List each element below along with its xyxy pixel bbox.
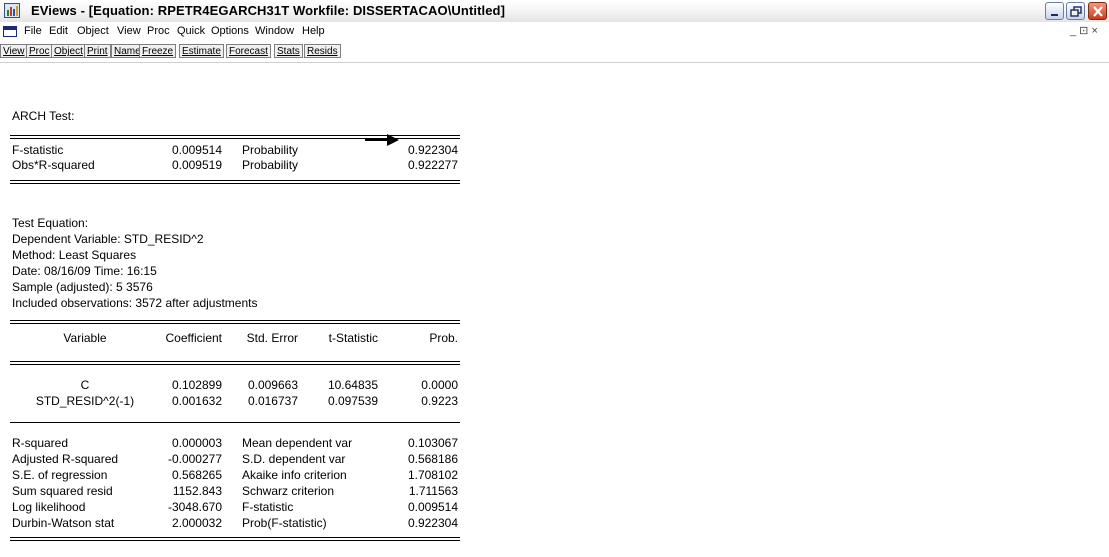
menu-view[interactable]: View xyxy=(117,25,141,37)
stat-value: 0.000003 xyxy=(171,436,222,450)
stat-label-right: S.D. dependent var xyxy=(242,452,346,466)
stat-value-right: 1.711563 xyxy=(408,484,458,498)
col-header-variable: Variable xyxy=(63,331,107,345)
close-icon xyxy=(1093,6,1103,17)
close-button[interactable] xyxy=(1088,2,1107,20)
eviews-app-icon[interactable] xyxy=(4,3,20,18)
menu-file[interactable]: File xyxy=(24,25,42,37)
double-rule xyxy=(10,180,460,184)
estimate-button[interactable]: Estimate xyxy=(179,44,224,58)
coef-prob: 0.9223 xyxy=(421,394,458,408)
menu-proc[interactable]: Proc xyxy=(147,25,170,37)
stat-label: Durbin-Watson stat xyxy=(12,516,115,530)
arch-row-value: 0.009514 xyxy=(171,143,222,157)
stat-value-right: 0.103067 xyxy=(407,436,458,450)
arch-row-value: 0.009519 xyxy=(171,158,222,172)
col-header-prob: Prob. xyxy=(429,331,458,345)
stat-label-right: Mean dependent var xyxy=(242,436,353,450)
coef-std-error: 0.009663 xyxy=(247,378,298,392)
coef-std-error: 0.016737 xyxy=(247,394,298,408)
col-header-coefficient: Coefficient xyxy=(165,331,222,345)
arch-row-label: F-statistic xyxy=(12,143,64,157)
stat-value: -0.000277 xyxy=(167,452,222,466)
arch-test-heading: ARCH Test: xyxy=(12,109,75,123)
title-bar: EViews - [Equation: RPETR4EGARCH31T Work… xyxy=(0,0,1109,23)
stat-label: Sum squared resid xyxy=(12,484,113,498)
coef-variable: C xyxy=(80,378,90,392)
arch-row-prob: 0.922304 xyxy=(407,143,458,157)
stat-value-right: 0.009514 xyxy=(407,500,458,514)
single-rule xyxy=(10,422,460,423)
coef-prob: 0.0000 xyxy=(421,378,458,392)
menu-object[interactable]: Object xyxy=(77,25,109,37)
col-header-std-error: Std. Error xyxy=(246,331,298,345)
freeze-button[interactable]: Freeze xyxy=(139,44,177,58)
resids-button[interactable]: Resids xyxy=(304,44,341,58)
coef-t-statistic: 10.64835 xyxy=(327,378,378,392)
view-button[interactable]: View xyxy=(0,44,28,58)
double-rule xyxy=(10,361,460,365)
menu-edit[interactable]: Edit xyxy=(49,25,68,37)
test-equation-title: Test Equation: xyxy=(12,216,89,230)
col-header-t-statistic: t-Statistic xyxy=(328,331,378,345)
coef-coefficient: 0.001632 xyxy=(171,394,222,408)
included-observations: Included observations: 3572 after adjust… xyxy=(12,296,258,310)
stat-label-right: Prob(F-statistic) xyxy=(242,516,327,530)
print-button[interactable]: Print xyxy=(84,44,111,58)
coef-t-statistic: 0.097539 xyxy=(327,394,378,408)
stat-label: Log likelihood xyxy=(12,500,86,514)
sample: Sample (adjusted): 5 3576 xyxy=(12,280,153,294)
stat-label: S.E. of regression xyxy=(12,468,108,482)
stat-value-right: 1.708102 xyxy=(407,468,458,482)
object-button[interactable]: Object xyxy=(51,44,86,58)
window-title: EViews - [Equation: RPETR4EGARCH31T Work… xyxy=(31,3,506,18)
dependent-variable: Dependent Variable: STD_RESID^2 xyxy=(12,232,204,246)
equation-output: ARCH Test: F-statistic 0.009514 Probabil… xyxy=(0,62,1109,557)
double-rule xyxy=(10,320,460,324)
stat-value-right: 0.568186 xyxy=(407,452,458,466)
stat-label: Adjusted R-squared xyxy=(12,452,119,466)
equation-toolbar: View Proc Object Print Name Freeze Estim… xyxy=(0,42,1109,63)
stat-value-right: 0.922304 xyxy=(407,516,458,530)
menu-help[interactable]: Help xyxy=(302,25,325,37)
coef-coefficient: 0.102899 xyxy=(171,378,222,392)
proc-button[interactable]: Proc xyxy=(26,44,53,58)
stat-value: 2.000032 xyxy=(171,516,222,530)
stat-value: -3048.670 xyxy=(167,500,222,514)
menu-quick[interactable]: Quick xyxy=(177,25,205,37)
stat-value: 1152.843 xyxy=(172,484,222,498)
minimize-icon xyxy=(1051,14,1058,16)
method: Method: Least Squares xyxy=(12,248,137,262)
coef-variable: STD_RESID^2(-1) xyxy=(35,394,135,408)
stat-label-right: F-statistic xyxy=(242,500,294,514)
restore-icon xyxy=(1070,6,1082,17)
mdi-window-controls[interactable]: _ ⊡ × xyxy=(1070,24,1098,37)
menu-options[interactable]: Options xyxy=(211,25,249,37)
stat-label-right: Schwarz criterion xyxy=(242,484,335,498)
stat-value: 0.568265 xyxy=(171,468,222,482)
menu-window[interactable]: Window xyxy=(255,25,294,37)
arch-row-prob: 0.922277 xyxy=(407,158,458,172)
menu-bar: File Edit Object View Proc Quick Options… xyxy=(0,22,1109,42)
arch-row-prob-label: Probability xyxy=(242,158,299,172)
stat-label: R-squared xyxy=(12,436,69,450)
date-time: Date: 08/16/09 Time: 16:15 xyxy=(12,264,157,278)
forecast-button[interactable]: Forecast xyxy=(226,44,271,58)
stat-label-right: Akaike info criterion xyxy=(242,468,347,482)
minimize-button[interactable] xyxy=(1045,2,1064,20)
restore-button[interactable] xyxy=(1066,2,1085,20)
arch-row-prob-label: Probability xyxy=(242,143,299,157)
document-window-icon[interactable] xyxy=(3,26,17,37)
double-rule xyxy=(10,537,460,541)
arch-row-label: Obs*R-squared xyxy=(12,158,95,172)
stats-button[interactable]: Stats xyxy=(274,44,303,58)
